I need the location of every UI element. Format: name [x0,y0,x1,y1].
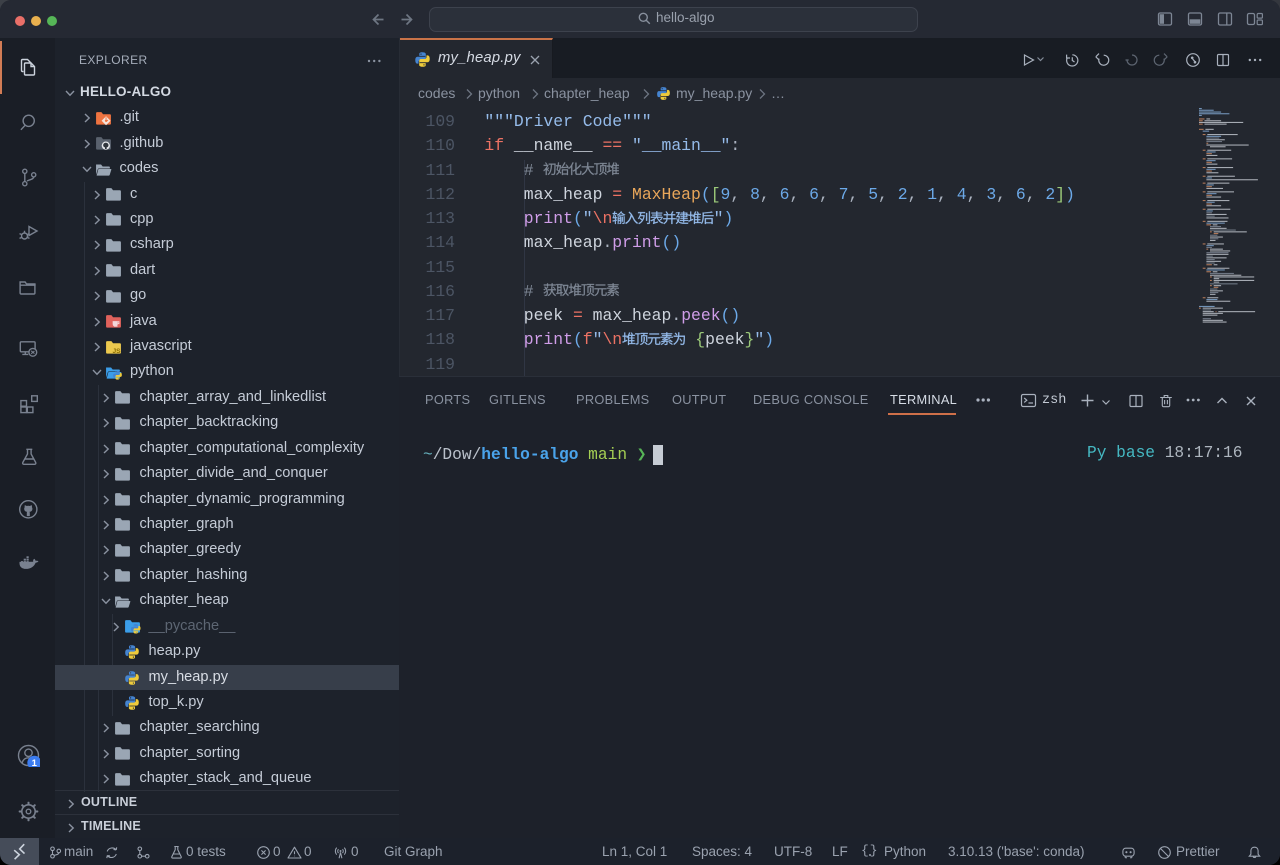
svg-text:1: 1 [32,758,38,767]
svg-text:JS: JS [112,348,121,355]
